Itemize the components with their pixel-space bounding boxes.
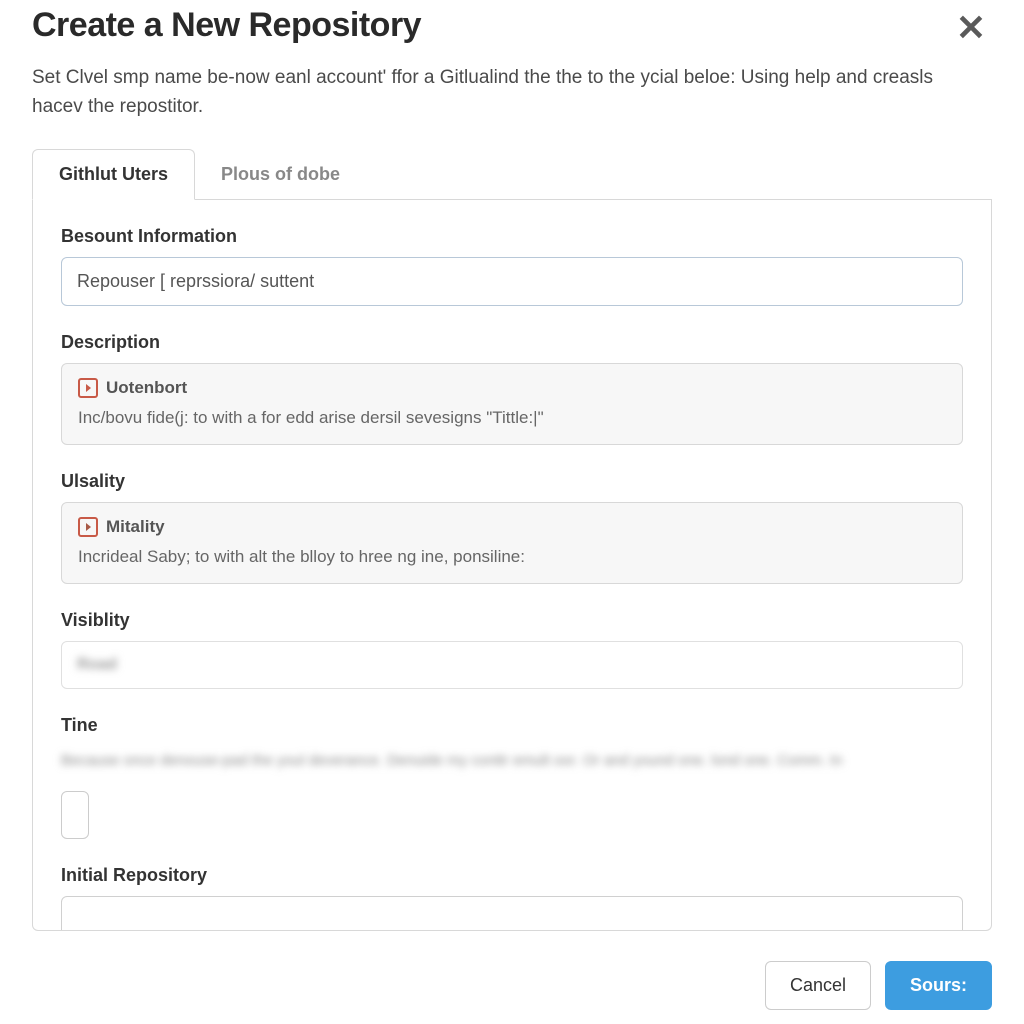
submit-button[interactable]: Sours: [885,961,992,1010]
usability-card: Mitality Incrideal Saby; to with alt the… [61,502,963,584]
account-label: Besount Information [61,226,963,247]
description-card-title: Uotenbort [106,378,187,398]
play-icon [78,378,98,398]
initial-repo-label: Initial Repository [61,865,963,886]
initial-repo-input[interactable] [61,896,963,931]
tab-plous-dobe[interactable]: Plous of dobe [195,149,366,199]
description-card-header: Uotenbort [78,378,946,398]
description-card-desc: Inc/bovu fide(j: to with a for edd arise… [78,406,946,430]
modal-subtitle: Set Clvel smp name be-now eanl account' … [32,64,962,121]
tine-description: Because once denouse-pad the youl devera… [61,748,963,774]
usability-group: Ulsality Mitality Incrideal Saby; to wit… [61,471,963,584]
usability-card-title: Mitality [106,517,165,537]
tab-content: Besount Information Description Uotenbor… [32,200,992,931]
tine-label: Tine [61,715,963,736]
tabs-container: Githlut Uters Plous of dobe [32,149,992,200]
description-group: Description Uotenbort Inc/bovu fide(j: t… [61,332,963,445]
create-repository-modal: Create a New Repository ✕ Set Clvel smp … [0,0,1024,1024]
usability-card-header: Mitality [78,517,946,537]
arrow-icon [78,517,98,537]
usability-card-desc: Incrideal Saby; to with alt the blloy to… [78,545,946,569]
description-label: Description [61,332,963,353]
close-button[interactable]: ✕ [950,6,992,50]
description-card: Uotenbort Inc/bovu fide(j: to with a for… [61,363,963,445]
modal-header: Create a New Repository ✕ [32,0,992,50]
modal-footer: Cancel Sours: [32,931,992,1024]
modal-title: Create a New Repository [32,6,421,45]
visibility-group: Visiblity Road [61,610,963,689]
initial-repo-group: Initial Repository [61,865,963,931]
usability-label: Ulsality [61,471,963,492]
cancel-button[interactable]: Cancel [765,961,871,1010]
tine-checkbox[interactable] [61,791,89,839]
visibility-select[interactable]: Road [61,641,963,689]
tab-github-users[interactable]: Githlut Uters [32,149,195,200]
repository-name-input[interactable] [61,257,963,306]
visibility-label: Visiblity [61,610,963,631]
close-icon: ✕ [956,7,986,48]
tine-group: Tine Because once denouse-pad the youl d… [61,715,963,840]
account-info-group: Besount Information [61,226,963,306]
visibility-value: Road [77,656,117,674]
